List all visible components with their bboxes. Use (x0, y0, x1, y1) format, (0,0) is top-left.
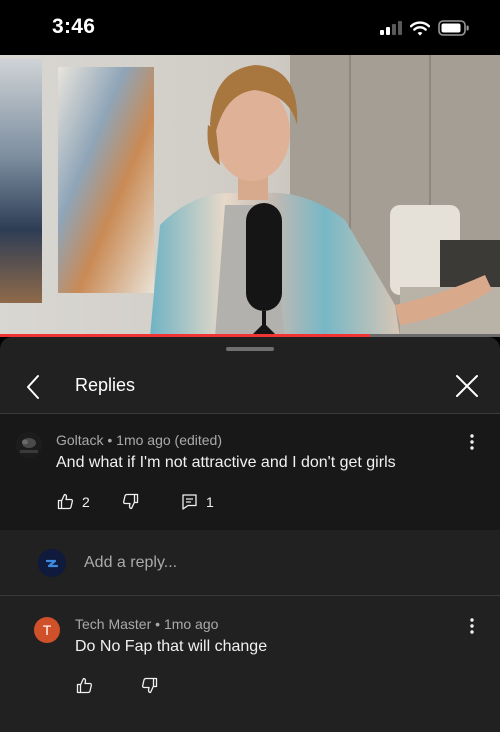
thumb-up-icon (57, 493, 73, 510)
comment-author[interactable]: Goltack (56, 432, 103, 448)
back-button[interactable] (20, 373, 48, 401)
thumb-down-icon (123, 493, 139, 510)
reply-meta: Tech Master • 1mo ago (75, 616, 218, 632)
close-button[interactable] (454, 373, 480, 399)
user-avatar (38, 549, 66, 577)
status-icons (380, 18, 470, 38)
more-vert-icon (470, 618, 474, 634)
avatar[interactable] (16, 432, 42, 458)
add-reply-input[interactable]: Add a reply... (84, 554, 177, 572)
add-reply-row[interactable]: Add a reply... (0, 530, 500, 595)
replies-header: Replies (0, 361, 500, 413)
more-vert-icon (470, 434, 474, 450)
reply-dislike-button[interactable] (141, 677, 158, 694)
reply-comment: T Tech Master • 1mo ago Do No Fap that w… (0, 596, 500, 732)
comment-meta: Goltack • 1mo ago (edited) (56, 432, 222, 448)
video-frame (0, 55, 500, 337)
comment-more-button[interactable] (464, 432, 480, 452)
like-button[interactable]: 2 (57, 493, 90, 510)
wifi-icon (410, 20, 430, 36)
parent-comment: Goltack • 1mo ago (edited) And what if I… (0, 414, 500, 530)
user-avatar-image (38, 549, 66, 577)
reply-avatar-letter: T (42, 622, 52, 638)
signal-icon (380, 21, 402, 35)
like-count: 2 (82, 493, 90, 510)
reply-time: 1mo ago (163, 616, 219, 632)
thumb-up-icon (76, 677, 92, 694)
meta-separator: • (107, 432, 117, 448)
meta-separator: • (155, 616, 164, 632)
reply-count: 1 (206, 493, 214, 510)
battery-icon (438, 20, 469, 36)
comment-icon (182, 494, 197, 510)
drag-handle[interactable] (226, 347, 274, 351)
reply-text: Do No Fap that will change (75, 638, 268, 655)
thumb-down-icon (142, 677, 158, 694)
close-icon (456, 375, 478, 397)
avatar-image (16, 432, 42, 458)
replies-sheet: Replies Goltack • 1mo ago (edited) And w… (0, 337, 500, 732)
replies-count-button[interactable]: 1 (181, 493, 214, 510)
reply-author[interactable]: Tech Master (75, 616, 151, 632)
comment-time: 1mo ago (edited) (116, 432, 222, 448)
reply-avatar[interactable]: T (34, 617, 60, 643)
comment-text: And what if I'm not attractive and I don… (56, 454, 396, 471)
video-player[interactable] (0, 55, 500, 337)
reply-more-button[interactable] (464, 616, 480, 636)
replies-title: Replies (75, 375, 136, 395)
chevron-left-icon (27, 375, 39, 399)
reply-like-button[interactable] (76, 677, 93, 694)
dislike-button[interactable] (122, 493, 139, 510)
status-time: 3:46 (52, 15, 96, 38)
status-bar: 3:46 (0, 0, 500, 55)
